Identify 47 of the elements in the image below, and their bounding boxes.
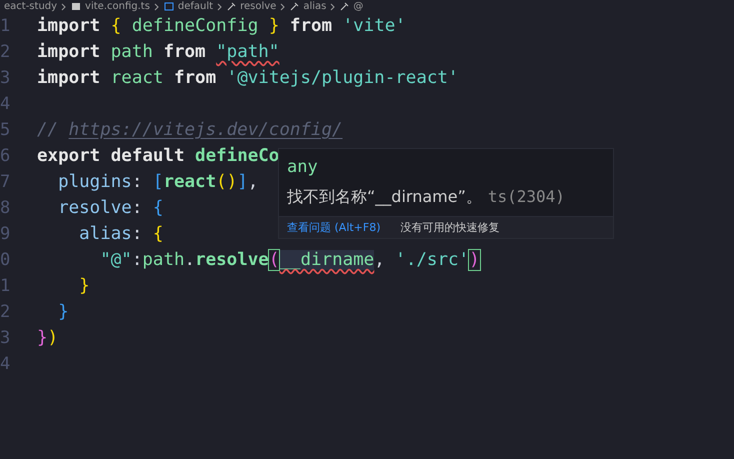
breadcrumb-item[interactable]: @ — [353, 0, 364, 12]
line-number: 2 — [0, 42, 12, 62]
line-number: 1 — [0, 16, 12, 36]
breadcrumb-item[interactable]: default — [178, 0, 214, 12]
line-number: 3 — [0, 68, 12, 88]
code-line: resolve: { — [57, 198, 164, 218]
breadcrumb-item[interactable]: eact-study — [4, 0, 58, 12]
line-number: 2 — [0, 302, 12, 322]
error-message: 找不到名称“__dirname”。 — [287, 187, 482, 208]
chevron-icon — [61, 2, 68, 10]
line-number: 4 — [0, 354, 12, 374]
variable-icon — [164, 2, 174, 11]
view-problem-link[interactable]: 查看问题 (Alt+F8) — [287, 220, 381, 235]
wrench-icon — [340, 2, 350, 11]
chevron-icon — [330, 2, 336, 10]
code-line: import { defineConfig } from 'vite' — [37, 16, 406, 36]
line-number: 9 — [0, 224, 12, 244]
wrench-icon — [227, 2, 236, 11]
code-line: }) — [37, 328, 58, 348]
code-line: export default defineCo — [37, 146, 280, 166]
code-line: } — [78, 276, 90, 296]
chevron-icon — [280, 2, 286, 10]
error-code: ts(2304) — [488, 187, 565, 206]
quick-fix-status: 没有可用的快速修复 — [400, 220, 500, 235]
line-number: 0 — [0, 250, 12, 270]
line-number: 6 — [0, 146, 12, 166]
breadcrumb-item[interactable]: alias — [303, 0, 326, 12]
code-line: "@":path.resolve(__dirname, './src') — [99, 250, 480, 270]
breadcrumb-item[interactable]: vite.config.ts — [85, 0, 150, 12]
code-line: import path from "path" — [37, 42, 280, 62]
type-text: any — [286, 156, 319, 179]
line-number: 8 — [0, 198, 12, 218]
line-number: 3 — [0, 328, 12, 348]
breadcrumb-item[interactable]: resolve — [240, 0, 276, 12]
code-line: alias: { — [78, 224, 164, 244]
chevron-icon — [154, 2, 160, 10]
line-number: 7 — [0, 172, 12, 192]
line-number: 4 — [0, 94, 12, 114]
code-line: plugins: [react()], — [57, 172, 258, 192]
wrench-icon — [290, 2, 300, 11]
code-line: // https://vitejs.dev/config/ — [37, 120, 343, 140]
line-number: 1 — [0, 276, 12, 296]
code-line: } — [57, 302, 69, 322]
code-line: import react from '@vitejs/plugin-react' — [37, 68, 458, 88]
file-icon — [71, 2, 82, 11]
chevron-icon — [217, 2, 224, 10]
line-number: 5 — [0, 120, 12, 140]
